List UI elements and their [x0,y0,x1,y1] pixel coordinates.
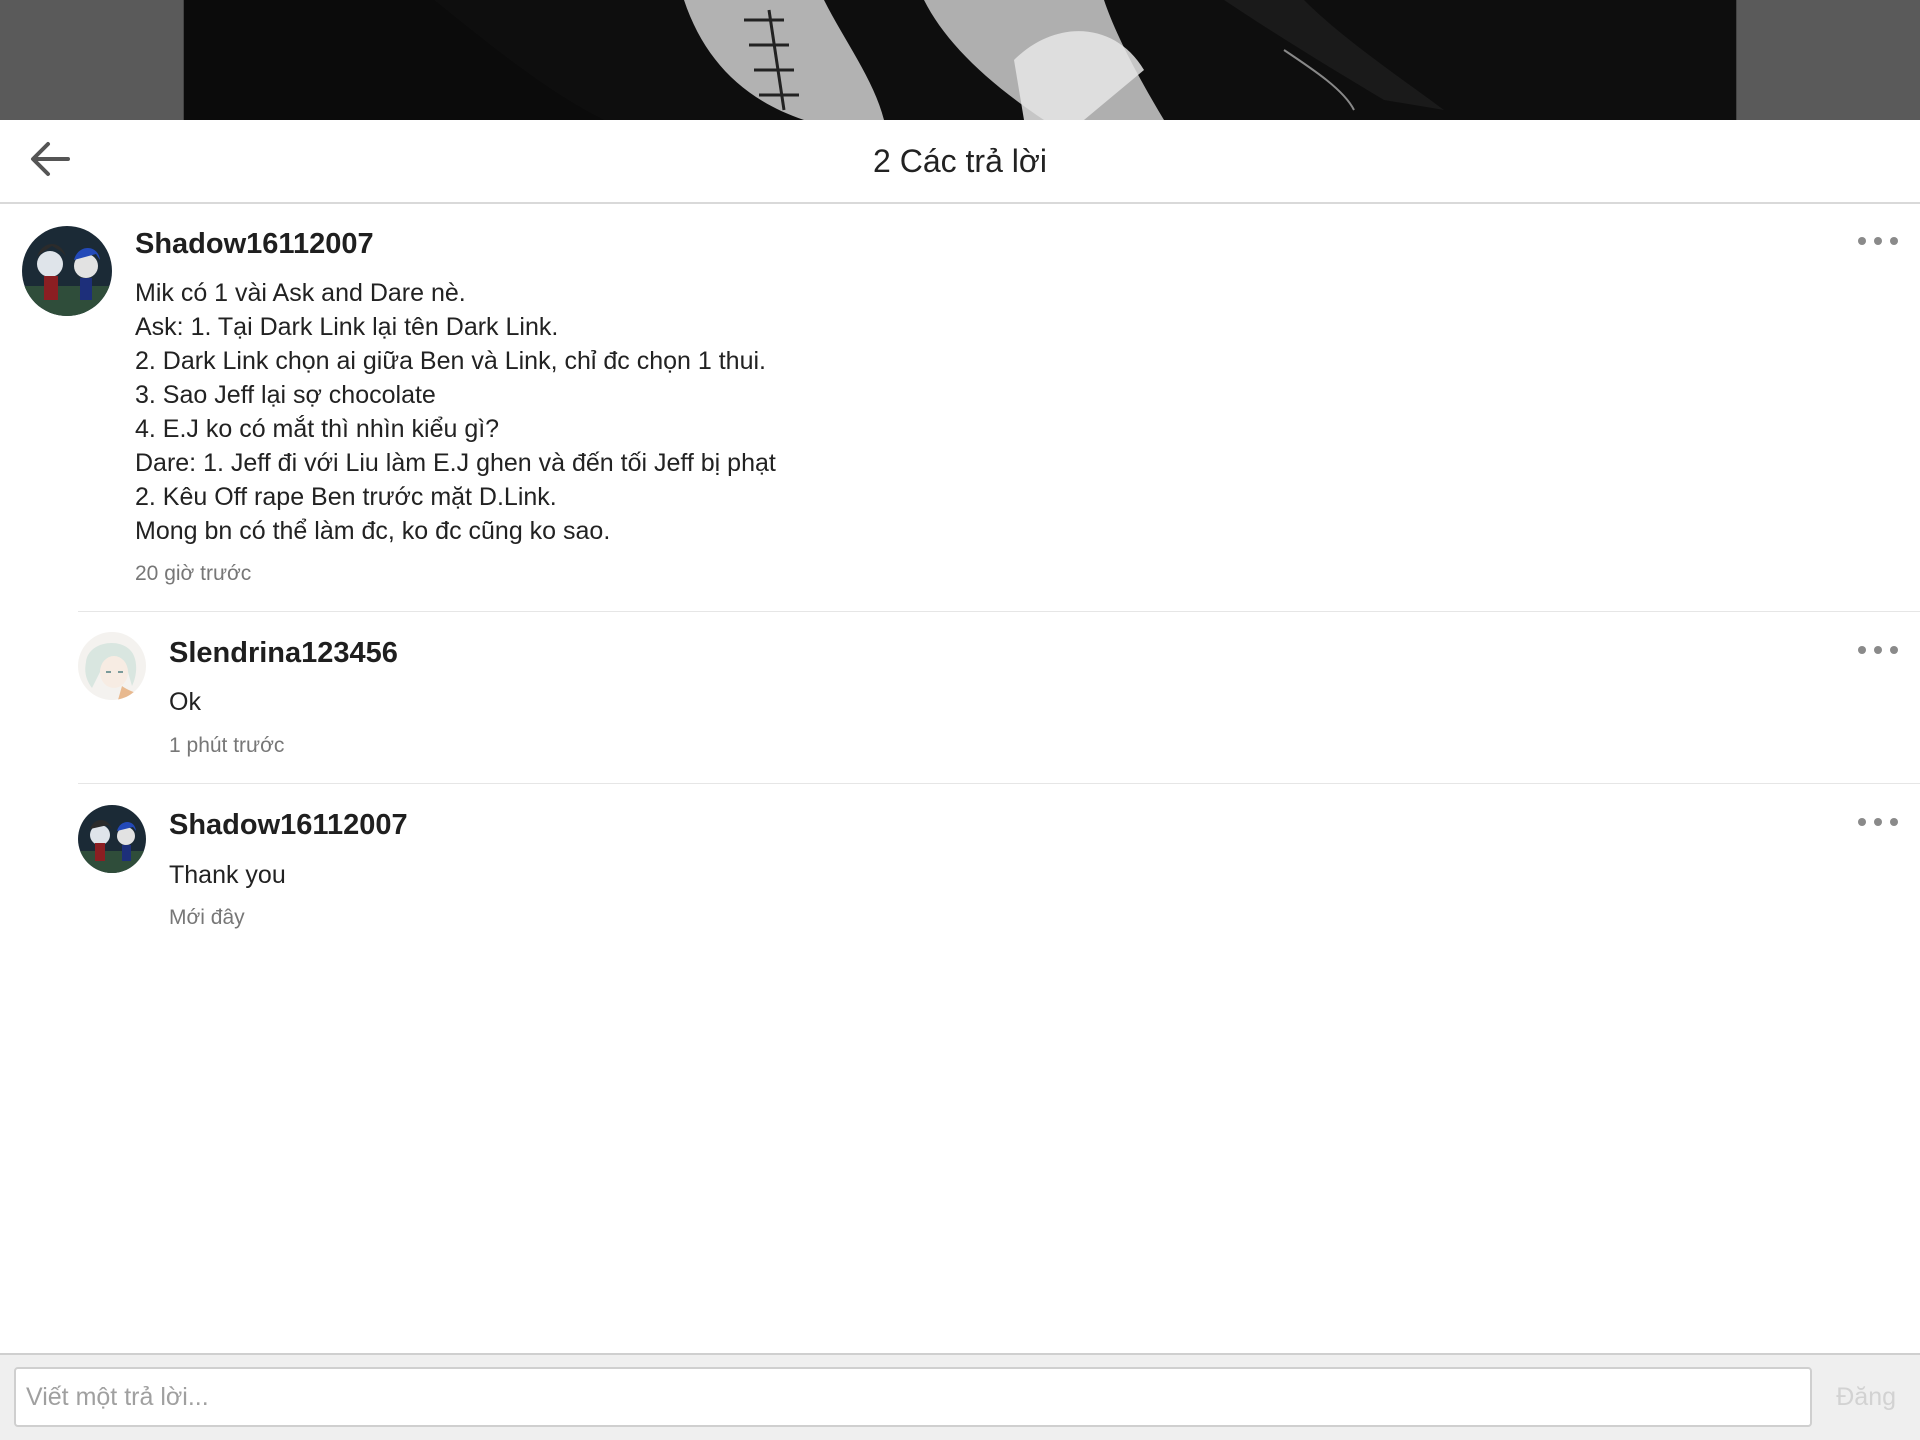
more-options-button[interactable] [1858,638,1898,662]
comment-line: Mik có 1 vài Ask and Dare nè. [135,279,466,307]
comment-divider [78,611,1920,612]
comment-line: Dare: 1. Jeff đi với Liu làm E.J ghen và… [135,449,776,477]
comment-body: Mik có 1 vài Ask and Dare nè. Ask: 1. Tạ… [135,276,776,548]
more-dots-icon [1858,646,1866,654]
background-artwork [0,0,1920,120]
reply-line: Ok [169,688,201,716]
replies-screen: 2 Các trả lời Shadow16112007 Mik có 1 và… [0,0,1920,1440]
artwork-edge-right [1736,0,1737,120]
reply-body: Ok [169,685,201,719]
comment-line: 3. Sao Jeff lại sợ chocolate [135,381,436,409]
reply-author[interactable]: Slendrina123456 [169,637,398,670]
comment-line: 2. Kêu Off rape Ben trước mặt D.Link. [135,483,557,511]
arrow-left-icon [28,137,72,186]
back-button[interactable] [22,134,78,188]
comment-line: Ask: 1. Tại Dark Link lại tên Dark Link. [135,313,559,341]
more-dots-icon [1858,818,1866,826]
reply-timestamp: 1 phút trước [169,734,285,757]
more-options-button[interactable] [1858,229,1898,253]
reply-author[interactable]: Shadow16112007 [169,809,408,842]
page-title: 2 Các trả lời [873,143,1047,179]
more-options-button[interactable] [1858,810,1898,834]
avatar[interactable] [78,805,146,873]
avatar[interactable] [22,226,112,316]
reply-line: Thank you [169,861,286,889]
comment-line: 4. E.J ko có mắt thì nhìn kiểu gì? [135,415,500,443]
more-dots-icon [1858,237,1866,245]
avatar[interactable] [78,632,146,700]
reply-input[interactable] [14,1367,1812,1427]
comment-line: 2. Dark Link chọn ai giữa Ben và Link, c… [135,347,766,375]
artwork-image [184,0,1736,120]
reply-body: Thank you [169,858,286,892]
comment-line: Mong bn có thể làm đc, ko đc cũng ko sao… [135,517,611,545]
comment-timestamp: 20 giờ trước [135,562,252,585]
reply-composer: Đăng [0,1353,1920,1440]
post-button[interactable]: Đăng [1836,1367,1896,1427]
reply-timestamp: Mới đây [169,906,245,929]
header-bar: 2 Các trả lời [0,120,1920,204]
comment-author[interactable]: Shadow16112007 [135,228,374,261]
comment-divider [78,783,1920,784]
